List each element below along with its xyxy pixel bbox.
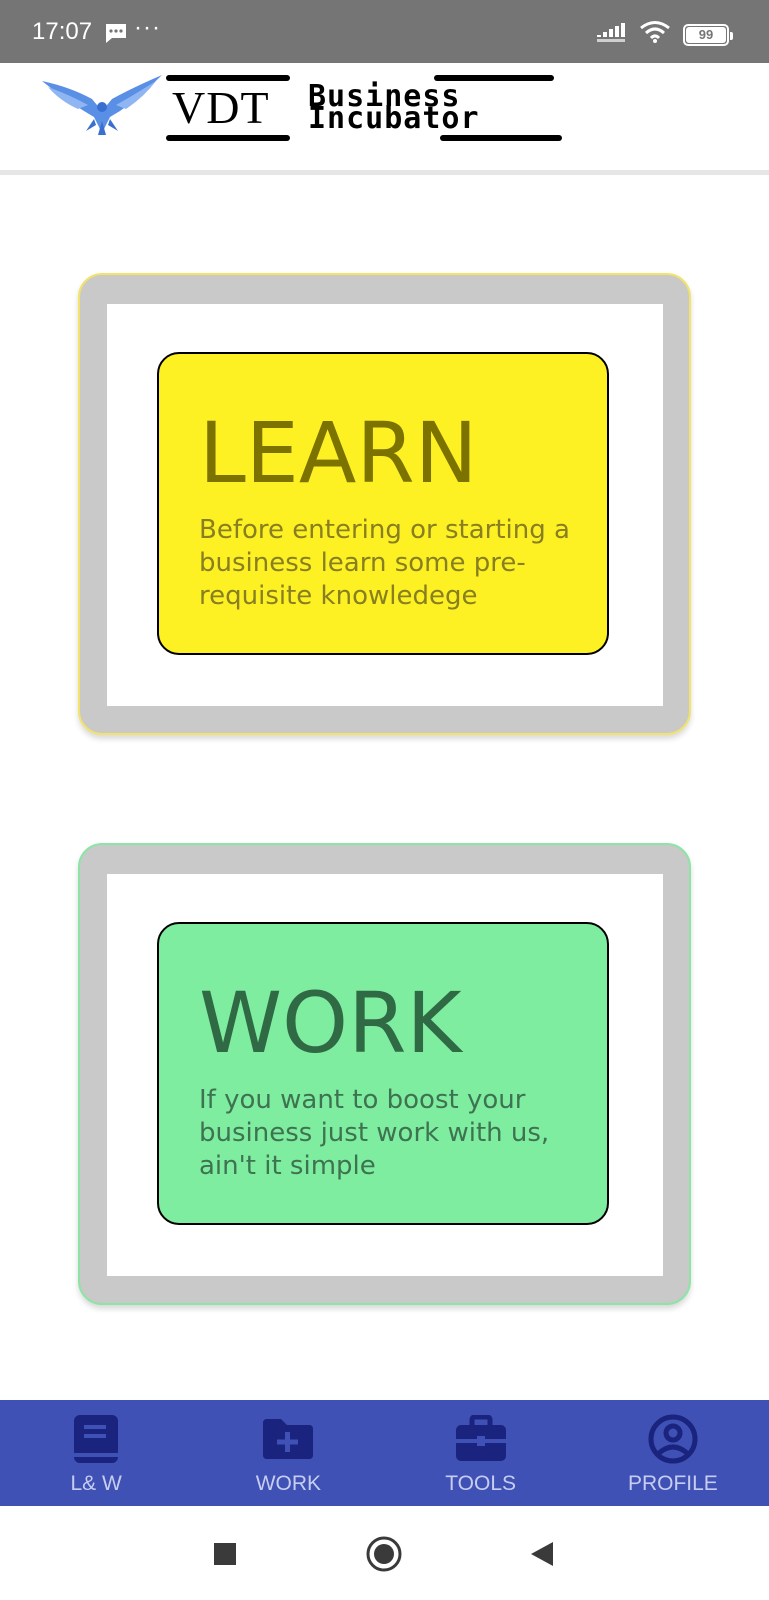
eagle-logo-icon — [42, 73, 164, 144]
status-bar: 17:07 ··· 99 — [0, 0, 769, 63]
nav-label-tools: TOOLS — [445, 1472, 517, 1495]
signal-icon — [597, 21, 627, 48]
back-triangle-icon[interactable] — [522, 1534, 562, 1574]
logo-vdt: VDT — [166, 73, 292, 143]
status-indicators: 99 — [597, 20, 733, 49]
home-circle-icon[interactable] — [364, 1534, 404, 1574]
nav-item-profile[interactable]: PROFILE — [577, 1400, 769, 1506]
system-nav-bar — [0, 1506, 769, 1600]
battery-icon: 99 — [683, 23, 733, 46]
learn-card-inner: LEARN Before entering or starting a busi… — [107, 304, 663, 706]
work-description: If you want to boost your business just … — [199, 1085, 550, 1181]
message-icon — [104, 22, 128, 49]
nav-label-work: WORK — [255, 1472, 322, 1495]
battery-text: 99 — [694, 27, 718, 42]
work-card[interactable]: WORK If you want to boost your business … — [78, 843, 691, 1305]
profile-icon — [646, 1412, 700, 1466]
briefcase-icon — [454, 1412, 508, 1466]
wifi-icon — [639, 20, 671, 49]
nav-item-learn-work[interactable]: L& W — [0, 1400, 192, 1506]
app-header: VDT Business Incubator — [0, 63, 769, 175]
learn-title: LEARN — [199, 404, 478, 502]
logo-vdt-text: VDT — [172, 82, 270, 133]
recents-square-icon[interactable] — [205, 1534, 245, 1574]
work-card-inner: WORK If you want to boost your business … — [107, 874, 663, 1276]
nav-item-tools[interactable]: TOOLS — [385, 1400, 577, 1506]
status-time: 17:07 — [32, 18, 93, 45]
work-title: WORK — [199, 974, 462, 1072]
nav-label-learn-work: L& W — [70, 1472, 122, 1495]
logo-business-incubator: Business Incubator — [308, 73, 578, 143]
book-icon — [69, 1412, 123, 1466]
work-card-box[interactable]: WORK If you want to boost your business … — [157, 922, 609, 1225]
nav-label-profile: PROFILE — [627, 1472, 718, 1495]
learn-card-box[interactable]: LEARN Before entering or starting a busi… — [157, 352, 609, 655]
folder-add-icon — [261, 1412, 315, 1466]
logo-line2: Incubator — [308, 101, 480, 136]
nav-item-work[interactable]: WORK — [192, 1400, 384, 1506]
bottom-nav: L& W WORK TOOLS PROFILE — [0, 1400, 769, 1506]
learn-card[interactable]: LEARN Before entering or starting a busi… — [78, 273, 691, 735]
more-notifications-icon: ··· — [134, 14, 161, 41]
app-logo: VDT Business Incubator — [42, 73, 582, 148]
learn-description: Before entering or starting a business l… — [199, 515, 570, 611]
